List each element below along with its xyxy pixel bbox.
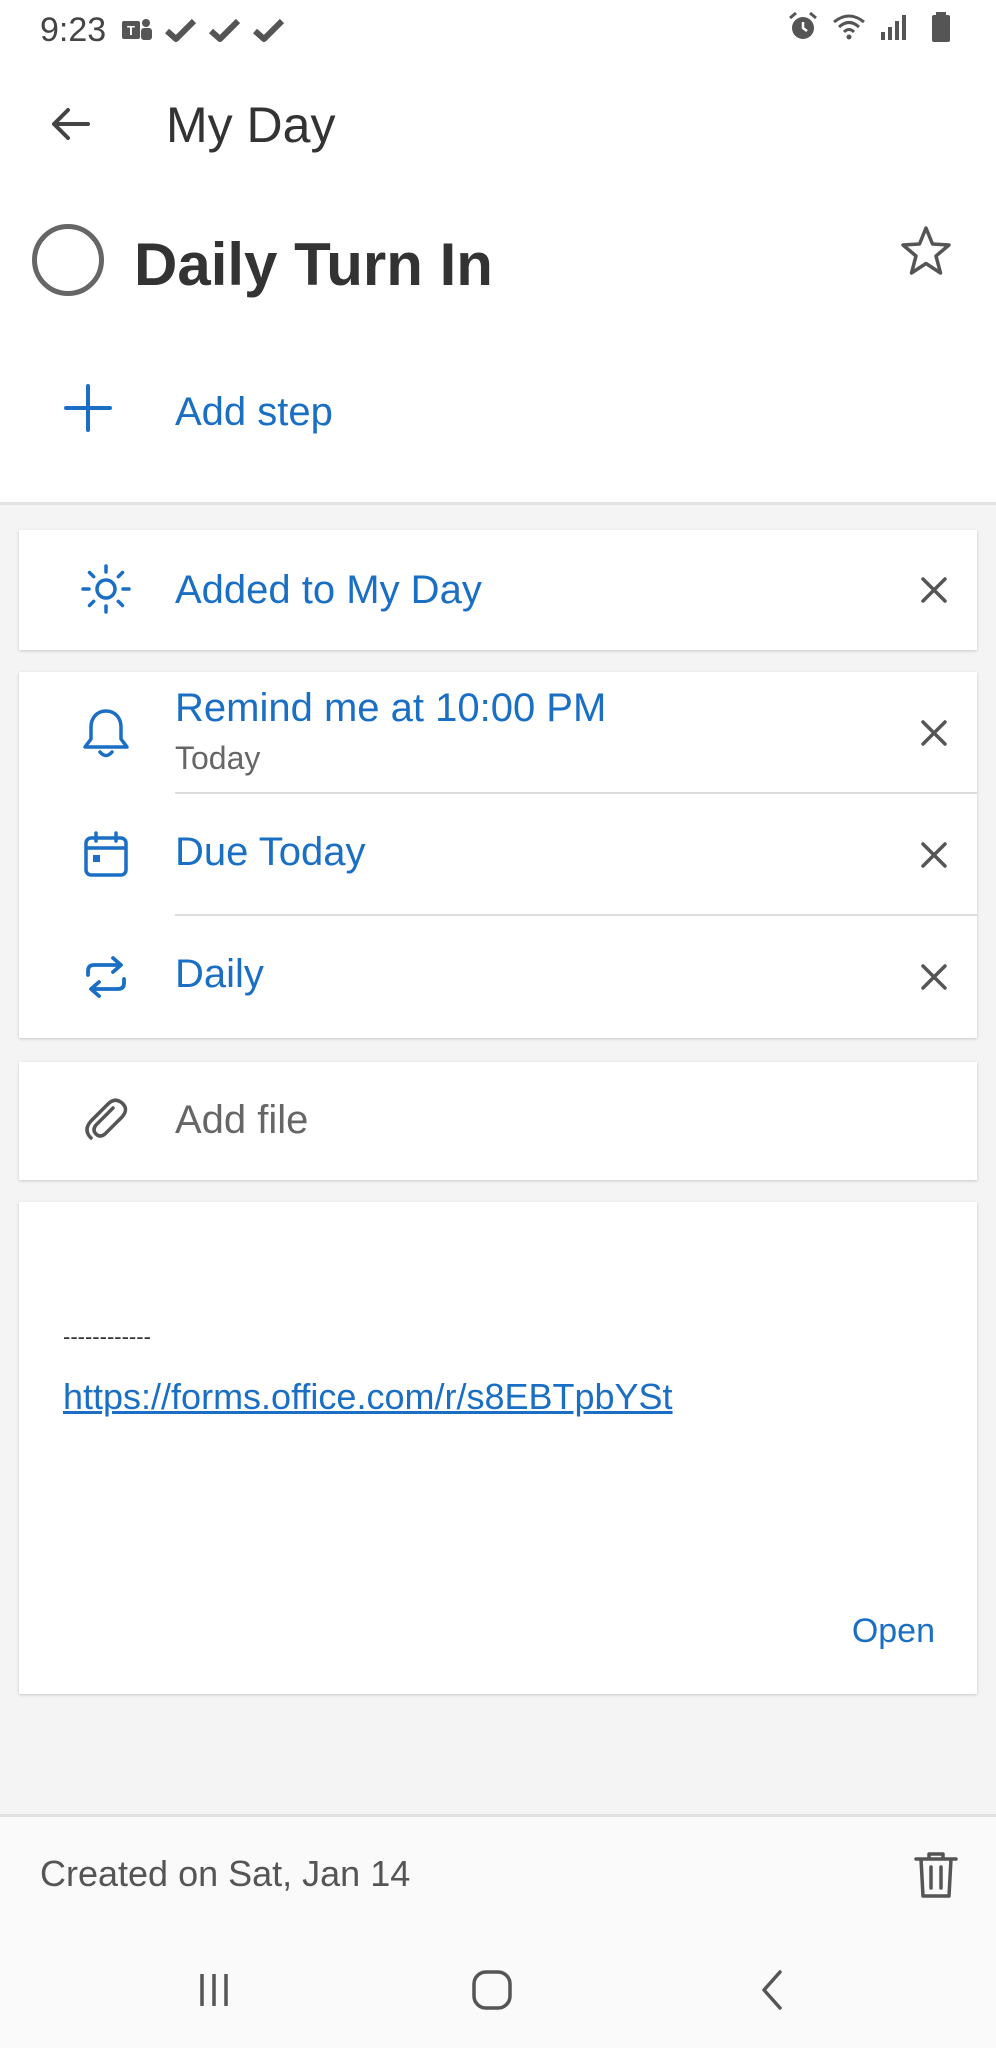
remove-due-date-button[interactable] — [899, 820, 969, 890]
task-title-row: Daily Turn In — [0, 190, 996, 330]
app-header: My Day — [0, 60, 996, 190]
check-icon — [165, 18, 197, 42]
note-separator: ------------ — [63, 1324, 151, 1349]
note-link[interactable]: https://forms.office.com/r/s8EBTpbYSt — [63, 1376, 673, 1418]
status-bar: 9:23 T — [0, 0, 996, 60]
due-date-row[interactable]: Due Today — [19, 794, 977, 916]
back-button[interactable] — [34, 88, 106, 160]
battery-icon — [932, 12, 950, 42]
repeat-row[interactable]: Daily — [19, 916, 977, 1038]
my-day-label: Added to My Day — [175, 568, 482, 612]
complete-task-checkbox[interactable] — [32, 224, 104, 296]
status-time: 9:23 — [40, 10, 107, 49]
remove-reminder-button[interactable] — [899, 698, 969, 768]
add-file-label: Add file — [175, 1098, 309, 1142]
reminder-row[interactable]: Remind me at 10:00 PM Today — [19, 672, 977, 794]
repeat-icon — [61, 932, 151, 1022]
check-icon — [253, 18, 285, 42]
signal-icon — [881, 15, 906, 40]
trash-icon — [914, 1852, 958, 1898]
home-button[interactable] — [452, 1958, 532, 2022]
wifi-icon — [833, 14, 865, 40]
note-card[interactable]: ------------ https://forms.office.com/r/… — [19, 1202, 977, 1694]
bell-icon — [61, 688, 151, 778]
reminder-label: Remind me at 10:00 PM — [175, 686, 607, 730]
system-navigation-bar — [0, 1934, 996, 2048]
delete-task-button[interactable] — [904, 1843, 968, 1907]
importance-button[interactable] — [896, 222, 956, 282]
recent-apps-icon — [200, 1974, 228, 2006]
recent-apps-button[interactable] — [174, 1958, 254, 2022]
sun-icon — [61, 544, 151, 634]
star-icon — [901, 226, 951, 275]
add-step-button[interactable]: Add step — [0, 350, 996, 470]
plus-icon — [64, 384, 112, 432]
teams-icon: T — [122, 19, 153, 40]
close-icon — [921, 842, 947, 868]
svg-text:T: T — [127, 23, 135, 38]
close-icon — [921, 577, 947, 603]
repeat-label: Daily — [175, 952, 264, 996]
check-icon — [209, 18, 241, 42]
open-note-button[interactable]: Open — [852, 1612, 935, 1651]
add-file-button[interactable]: Add file — [19, 1062, 977, 1180]
created-date: Created on Sat, Jan 14 — [40, 1853, 411, 1894]
task-title[interactable]: Daily Turn In — [134, 230, 493, 299]
close-icon — [921, 720, 947, 746]
alarm-icon — [789, 11, 817, 39]
chevron-left-icon — [762, 1970, 782, 2010]
status-notification-icons: T — [120, 13, 286, 47]
status-system-icons — [786, 10, 958, 44]
due-date-label: Due Today — [175, 830, 366, 874]
paperclip-icon — [61, 1076, 151, 1166]
list-title: My Day — [166, 97, 336, 153]
add-step-label: Add step — [175, 390, 333, 434]
close-icon — [921, 964, 947, 990]
home-icon — [472, 1970, 512, 2010]
remove-my-day-button[interactable] — [899, 555, 969, 625]
remove-repeat-button[interactable] — [899, 942, 969, 1012]
calendar-icon — [61, 810, 151, 900]
dates-card: Remind me at 10:00 PM Today Due Today Da… — [19, 672, 977, 1038]
back-nav-button[interactable] — [732, 1958, 812, 2022]
my-day-card[interactable]: Added to My Day — [19, 530, 977, 650]
arrow-left-icon — [52, 108, 90, 140]
task-footer: Created on Sat, Jan 14 — [0, 1814, 996, 1934]
reminder-date: Today — [175, 740, 261, 776]
